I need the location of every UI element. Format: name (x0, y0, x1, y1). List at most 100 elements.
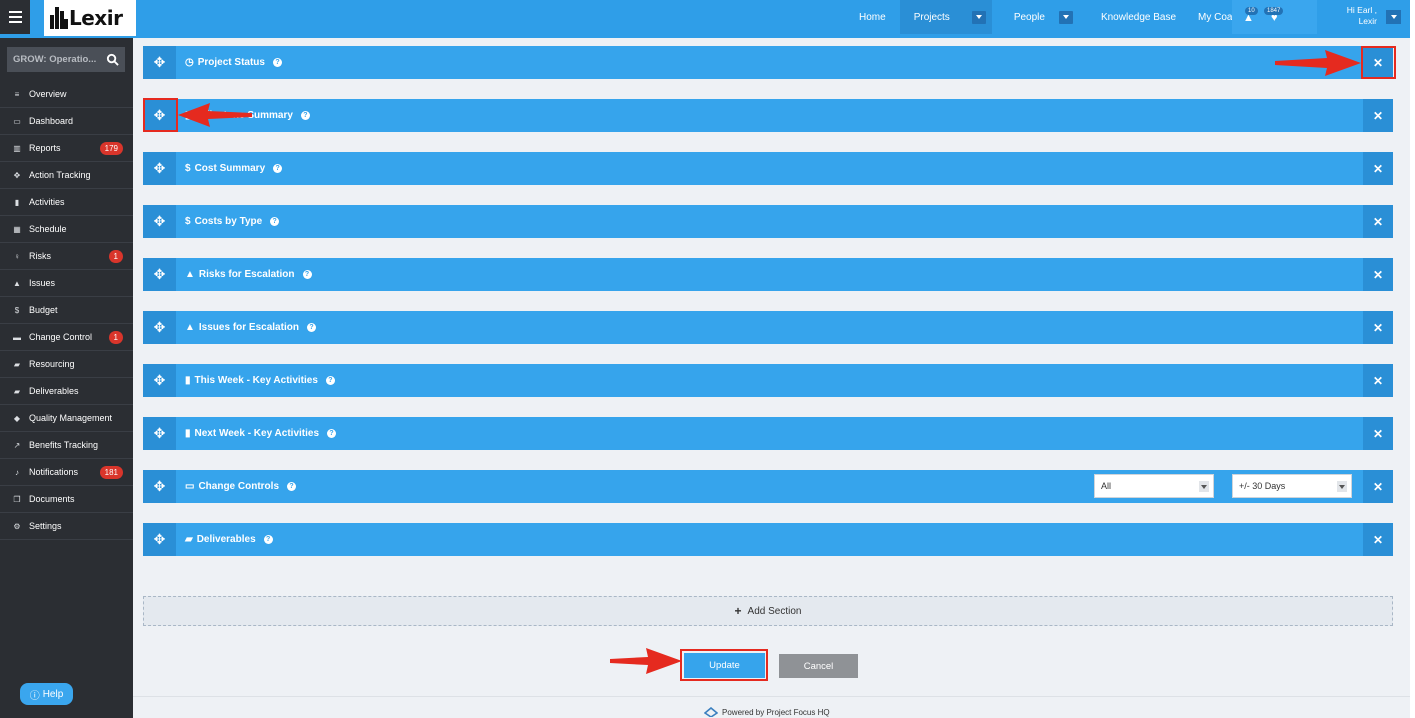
sidebar-item-label: Change Control (29, 332, 93, 342)
section-title-text: Risks for Escalation (198, 269, 295, 280)
help-question-icon[interactable]: ? (327, 429, 337, 438)
section-costs-by-type: ✥ $ Costs by Type? ✕ (143, 205, 1393, 238)
cancel-button[interactable]: Cancel (779, 654, 858, 678)
main-nav: Home Projects People Knowledge Base My C… (845, 0, 1270, 34)
close-icon[interactable]: ✕ (1363, 99, 1393, 132)
project-search[interactable] (7, 47, 125, 72)
section-title: ▲ Risks for Escalation? (185, 258, 312, 291)
section-next-week-key-activities: ✥ ▮ Next Week - Key Activities? ✕ (143, 417, 1393, 450)
section-title-text: Project Status (197, 57, 265, 68)
people-dropdown-icon[interactable] (1058, 10, 1073, 24)
bar-chart-icon: ▥ (13, 143, 21, 153)
logo[interactable]: Lexir (44, 0, 136, 36)
sidebar-item-label: Activities (29, 197, 65, 207)
drag-handle-icon[interactable]: ✥ (143, 311, 176, 344)
section-title: ▮ This Week - Key Activities? (185, 364, 335, 397)
help-button[interactable]: ⓘ Help (20, 683, 73, 705)
sidebar-item-budget[interactable]: $ Budget (0, 297, 133, 324)
sidebar-item-label: Notifications (29, 467, 79, 477)
help-question-icon[interactable]: ? (263, 535, 273, 544)
projects-dropdown-icon[interactable] (971, 10, 986, 24)
sidebar-item-resourcing[interactable]: ▰ Resourcing (0, 351, 133, 378)
warning-icon: ▲ (185, 322, 195, 333)
close-icon[interactable]: ✕ (1363, 470, 1393, 503)
section-title: ◷ Project Status? (185, 46, 282, 79)
nav-people[interactable]: People (992, 0, 1079, 34)
close-icon[interactable]: ✕ (1363, 523, 1393, 556)
sidebar-item-label: Budget (29, 305, 58, 315)
drag-handle-icon[interactable]: ✥ (143, 470, 176, 503)
sidebar-item-label: Schedule (29, 224, 67, 234)
sidebar-item-notifications[interactable]: ♪ Notifications 181 (0, 459, 133, 486)
sidebar-item-reports[interactable]: ▥ Reports 179 (0, 135, 133, 162)
sidebar-item-change-control[interactable]: ▬ Change Control 1 (0, 324, 133, 351)
sidebar-item-quality-management[interactable]: ◆ Quality Management (0, 405, 133, 432)
alert-count-badge: 10 (1245, 7, 1258, 15)
section-risks-for-escalation: ✥ ▲ Risks for Escalation? ✕ (143, 258, 1393, 291)
warning-icon: ▲ (13, 278, 21, 288)
user-greeting[interactable]: Hi Earl , Lexir (1320, 5, 1377, 27)
sidebar-item-label: Action Tracking (29, 170, 91, 180)
sidebar-item-label: Settings (29, 521, 62, 531)
dashboard-icon: ▭ (13, 116, 21, 126)
help-question-icon[interactable]: ? (273, 164, 283, 173)
top-navbar: Lexir Home Projects People Knowledge Bas… (0, 0, 1410, 38)
annotation-box-update (680, 649, 768, 681)
change-controls-range-select[interactable]: +/- 30 Days (1232, 474, 1352, 498)
footer-divider (133, 696, 1410, 697)
sidebar-item-activities[interactable]: ▮ Activities (0, 189, 133, 216)
close-icon[interactable]: ✕ (1363, 258, 1393, 291)
calendar-icon: ▦ (13, 224, 21, 234)
sidebar-item-documents[interactable]: ❐ Documents (0, 486, 133, 513)
sidebar-item-benefits-tracking[interactable]: ↗ Benefits Tracking (0, 432, 133, 459)
sidebar-item-settings[interactable]: ⚙ Settings (0, 513, 133, 540)
sidebar-item-risks[interactable]: ♀ Risks 1 (0, 243, 133, 270)
drag-handle-icon[interactable]: ✥ (143, 417, 176, 450)
drag-handle-icon[interactable]: ✥ (143, 523, 176, 556)
sidebar-item-overview[interactable]: ≡ Overview (0, 81, 133, 108)
help-question-icon[interactable]: ? (270, 217, 280, 226)
menu-toggle-icon[interactable] (0, 0, 30, 34)
help-question-icon[interactable]: ? (325, 376, 335, 385)
sidebar-item-action-tracking[interactable]: ✥ Action Tracking (0, 162, 133, 189)
close-icon[interactable]: ✕ (1363, 205, 1393, 238)
sidebar-item-schedule[interactable]: ▦ Schedule (0, 216, 133, 243)
nav-home[interactable]: Home (845, 0, 900, 34)
close-icon[interactable]: ✕ (1363, 311, 1393, 344)
drag-handle-icon[interactable]: ✥ (143, 152, 176, 185)
help-question-icon[interactable]: ? (300, 111, 310, 120)
sidebar-item-deliverables[interactable]: ▰ Deliverables (0, 378, 133, 405)
drag-handle-icon[interactable]: ✥ (143, 364, 176, 397)
help-question-icon[interactable]: ? (306, 323, 316, 332)
footer-text: Powered by Project Focus HQ (722, 707, 830, 717)
drag-handle-icon[interactable]: ✥ (143, 258, 176, 291)
dollar-icon: $ (185, 216, 191, 227)
bookmark-icon: ▮ (14, 197, 20, 207)
dollar-icon: $ (14, 305, 20, 315)
sidebar-item-issues[interactable]: ▲ Issues (0, 270, 133, 297)
search-icon[interactable] (106, 53, 119, 66)
help-question-icon[interactable]: ? (302, 270, 312, 279)
drag-handle-icon[interactable]: ✥ (143, 46, 176, 79)
close-icon[interactable]: ✕ (1363, 417, 1393, 450)
help-question-icon[interactable]: ? (287, 482, 297, 491)
user-name: Lexir (1358, 16, 1377, 26)
user-dropdown-icon[interactable] (1386, 10, 1401, 24)
close-icon[interactable]: ✕ (1363, 364, 1393, 397)
greeting-text: Hi Earl , (1346, 5, 1377, 15)
add-section-button[interactable]: + Add Section (143, 596, 1393, 626)
section-title: ▲ Issues for Escalation? (185, 311, 316, 344)
sidebar-item-label: Risks (29, 251, 51, 261)
truck-icon: ▰ (13, 386, 21, 396)
project-search-input[interactable] (13, 54, 103, 65)
section-title-text: Next Week - Key Activities (194, 428, 320, 439)
drag-handle-icon[interactable]: ✥ (143, 205, 176, 238)
sidebar-item-dashboard[interactable]: ▭ Dashboard (0, 108, 133, 135)
help-question-icon[interactable]: ? (272, 58, 282, 67)
section-title: ▮ Next Week - Key Activities? (185, 417, 337, 450)
nav-knowledge-base[interactable]: Knowledge Base (1079, 0, 1190, 34)
nav-projects[interactable]: Projects (899, 0, 992, 34)
change-controls-status-select[interactable]: All (1094, 474, 1214, 498)
close-icon[interactable]: ✕ (1363, 152, 1393, 185)
range-select-value: +/- 30 Days (1239, 481, 1286, 491)
